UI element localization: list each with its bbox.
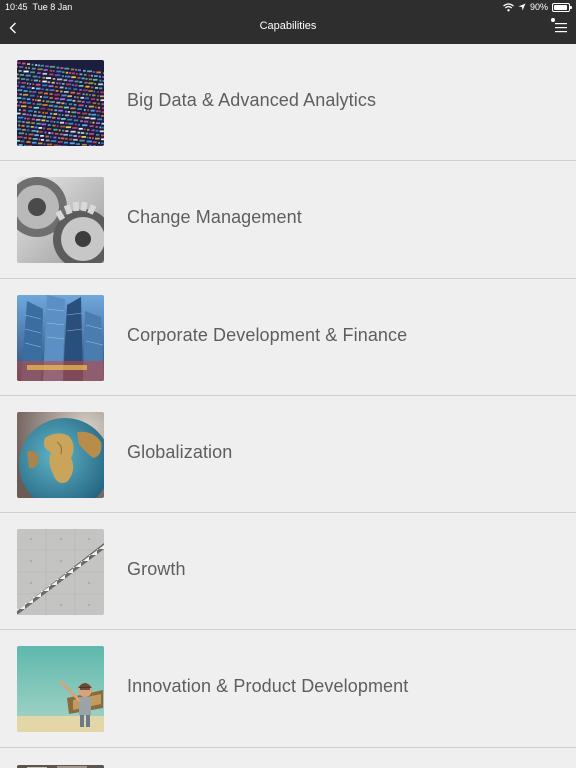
location-icon [518, 3, 526, 11]
list-item[interactable] [0, 748, 576, 768]
capabilities-list: Big Data & Advanced Analytics Change Man… [0, 44, 576, 768]
skyscrapers-image [17, 294, 104, 381]
menu-icon [551, 18, 567, 33]
list-item[interactable]: Big Data & Advanced Analytics [0, 44, 576, 162]
child-aviator-image [17, 646, 104, 733]
battery-icon [552, 2, 572, 12]
status-indicators: 90% [503, 1, 572, 13]
list-item[interactable]: Growth [0, 513, 576, 631]
top-bar: 10:45 Tue 8 Jan 90% Capabilities [0, 0, 576, 44]
list-item-label: Change Management [127, 207, 302, 228]
stairs-image [17, 529, 104, 616]
list-item-label: Growth [127, 559, 186, 580]
status-clock: 10:45 [5, 2, 28, 12]
status-date: Tue 8 Jan [32, 2, 73, 12]
list-item-label: Big Data & Advanced Analytics [127, 90, 377, 110]
menu-button[interactable] [550, 17, 568, 37]
battery-percent: 90% [529, 2, 548, 12]
list-item-label: Innovation & Product Development [127, 676, 409, 697]
list-item-label: Corporate Development & Finance [127, 324, 408, 345]
data-code-image [17, 60, 104, 146]
list-item[interactable]: Globalization [0, 396, 576, 514]
list-item-label: Globalization [127, 441, 233, 462]
list-item[interactable]: Innovation & Product Development [0, 630, 576, 748]
globe-image [17, 411, 104, 498]
list-item[interactable]: Corporate Development & Finance [0, 279, 576, 396]
gears-image [17, 177, 104, 264]
page-title: Capabilities [259, 20, 317, 32]
list-item[interactable]: Change Management [0, 161, 576, 279]
status-time: 10:45 Tue 8 Jan [5, 2, 72, 12]
wifi-icon [503, 2, 514, 11]
